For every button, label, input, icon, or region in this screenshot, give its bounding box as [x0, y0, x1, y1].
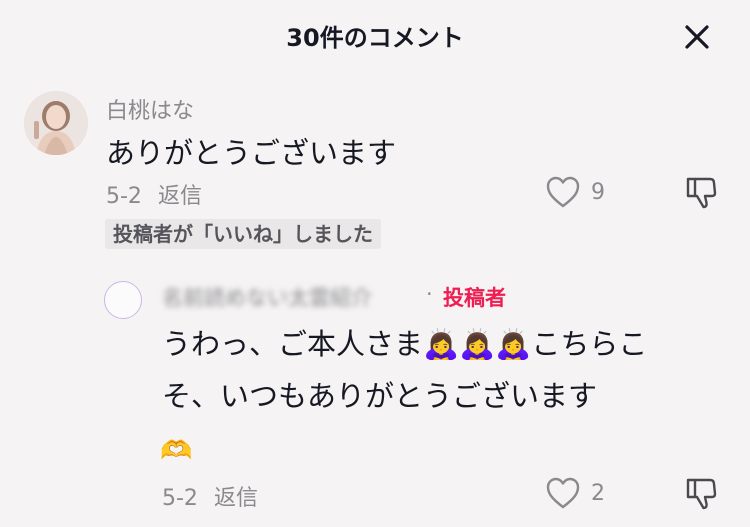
reply-avatar[interactable] [104, 281, 142, 319]
reply-reply-button[interactable]: 返信 [214, 486, 258, 511]
reply-like-count: 2 [591, 480, 605, 506]
author-tag: 投稿者 [443, 286, 506, 310]
heart-icon [546, 477, 580, 509]
avatar[interactable] [24, 91, 88, 155]
thumbs-down-icon [686, 478, 717, 510]
comments-title: 30件のコメント [286, 24, 464, 52]
like-button[interactable]: 9 [545, 175, 605, 209]
comment-text: ありがとうございます [106, 136, 397, 170]
like-count: 9 [591, 179, 605, 205]
avatar-photo [24, 91, 88, 155]
close-button[interactable] [680, 20, 714, 54]
comment-username[interactable]: 白桃はな [106, 93, 194, 125]
reply-meta: 5-2 返信 [162, 480, 258, 512]
separator-dot: · [426, 282, 433, 306]
reply-like-button[interactable]: 2 [545, 476, 605, 510]
close-icon [685, 25, 709, 49]
reply-date: 5-2 [162, 486, 198, 511]
comment-meta: 5-2 返信 [106, 178, 202, 210]
heart-icon [546, 176, 580, 208]
reply-button[interactable]: 返信 [158, 184, 202, 209]
heart-hands-emoji: 🫶 [160, 436, 193, 466]
dislike-button[interactable] [683, 175, 719, 215]
reply-username[interactable]: 名前読めない太雲紹介 [162, 282, 372, 312]
creator-liked-badge: 投稿者が「いいね」しました [105, 219, 381, 249]
reply-text: うわっ、ご本人さま🙇‍♀️🙇‍♀️🙇‍♀️こちらこそ、いつもありがとうございます [162, 327, 648, 413]
comment-date: 5-2 [106, 184, 142, 209]
comments-header: 30件のコメント [0, 0, 750, 70]
reply-dislike-button[interactable] [683, 476, 719, 516]
thumbs-down-icon [686, 177, 717, 209]
